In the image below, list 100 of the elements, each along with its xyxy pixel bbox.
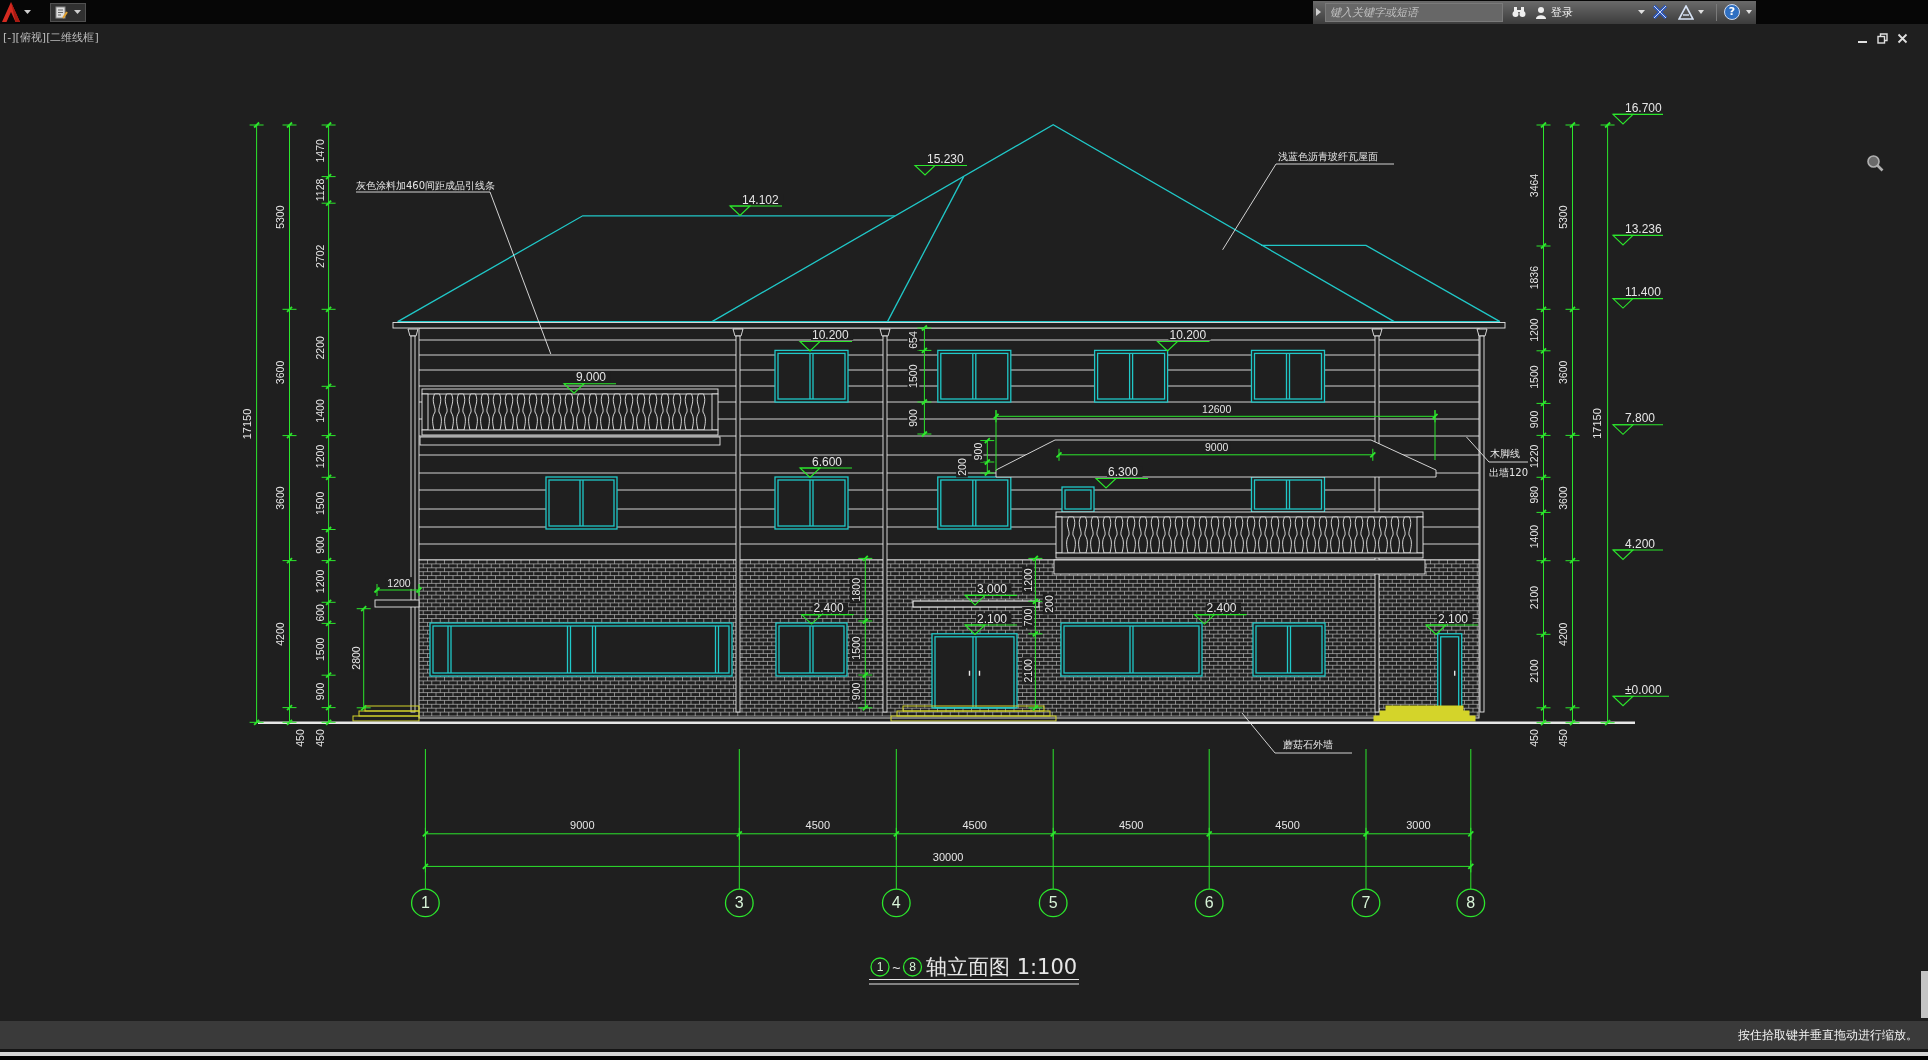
elevation-mark: 6.300 xyxy=(1094,465,1149,489)
annotation-text: 灰色涂料加460间距成品引线条 xyxy=(356,180,496,191)
range-separator: ~ xyxy=(892,960,901,976)
app-logo-icon[interactable] xyxy=(1,1,21,23)
elevation-mark: 11.400 xyxy=(1611,285,1664,309)
viewport-label[interactable]: [-][俯视][二维线框] xyxy=(3,30,99,45)
dimension-text: 2200 xyxy=(314,336,326,360)
caret-icon[interactable] xyxy=(24,10,31,14)
dimension-text: 4500 xyxy=(1118,818,1144,831)
elevation-mark: 3.000 xyxy=(963,581,1018,606)
elevation-mark: 7.800 xyxy=(1611,411,1664,436)
elevation-mark: 13.236 xyxy=(1611,221,1664,246)
dimension-text: 1500 xyxy=(1528,365,1540,389)
drawing-title: 轴立面图 1:100 xyxy=(926,955,1078,979)
caret-icon[interactable] xyxy=(74,10,81,14)
elevation-mark: 6.600 xyxy=(798,454,853,479)
dimension-text: 1200 xyxy=(1528,318,1540,342)
document-icon[interactable] xyxy=(55,5,68,19)
canopy xyxy=(374,599,420,608)
elevation-mark: 14.102 xyxy=(728,192,784,217)
elevation-mark: 2.100 xyxy=(1424,611,1479,636)
dimension-text: 3464 xyxy=(1528,173,1540,198)
status-hint: 按住拾取键并垂直拖动进行缩放。 xyxy=(1738,1026,1918,1044)
dimension-text: 30000 xyxy=(932,851,964,863)
dimension-text: 4500 xyxy=(1275,818,1300,831)
leader-line xyxy=(1466,436,1529,463)
triangle-icon[interactable] xyxy=(1678,4,1694,20)
dimension-text: 600 xyxy=(314,604,326,622)
annotation-text: 木脚线 xyxy=(1490,447,1520,459)
sign-in-button[interactable]: 登录 xyxy=(1535,2,1635,22)
dimension-text: 450 xyxy=(294,729,306,747)
elevation-mark: 4.200 xyxy=(1611,536,1664,561)
axis-bubble: 4 xyxy=(881,888,911,918)
dimension-text: 2800 xyxy=(350,644,362,672)
binoculars-icon[interactable] xyxy=(1512,6,1526,18)
elevation-mark: 16.700 xyxy=(1611,100,1664,125)
search-field[interactable]: 键入关键字或短语 xyxy=(1325,2,1503,22)
elevation-mark: 15.230 xyxy=(913,152,969,176)
dimension-text: 4200 xyxy=(274,622,286,646)
dimension-text: 17150 xyxy=(1591,408,1603,439)
cross-icon[interactable] xyxy=(1652,4,1668,20)
dimension-text: 2100 xyxy=(1528,659,1540,683)
caret-icon[interactable] xyxy=(1698,10,1704,14)
elevation-mark: 2.400 xyxy=(800,601,855,625)
user-icon xyxy=(1535,5,1547,19)
caret-icon[interactable] xyxy=(1746,10,1752,14)
elevation-mark: 9.000 xyxy=(562,370,617,394)
dimension-text: 3600 xyxy=(1556,486,1569,510)
dimension-text: 1200 xyxy=(1022,566,1034,594)
dimension-text: 1470 xyxy=(314,139,326,163)
dimension-text: 900 xyxy=(314,682,326,701)
elevation-mark: 2.100 xyxy=(963,611,1018,636)
annotation-text: 浅蓝色沥青玻纤瓦屋面 xyxy=(1278,150,1378,162)
axis-bubble: 3 xyxy=(724,888,754,918)
axis-bubble: 5 xyxy=(1038,888,1068,918)
dimension-text: 1500 xyxy=(314,637,326,661)
dimension-text: 2100 xyxy=(1022,657,1034,685)
dimension-text: 980 xyxy=(1528,486,1540,504)
dimension-text: 1200 xyxy=(385,577,413,589)
dimension-text: 2100 xyxy=(1528,585,1540,610)
dimension-text: 1400 xyxy=(1528,524,1540,549)
entrance-steps xyxy=(352,705,420,722)
dimension-text: 450 xyxy=(314,729,326,747)
elevation-mark: 10.200 xyxy=(798,328,854,352)
scrollbar-thumb[interactable] xyxy=(1921,971,1928,1018)
dimension-text: 4500 xyxy=(962,818,987,831)
axis-bubble: 1 xyxy=(870,957,890,977)
restore-icon[interactable] xyxy=(1877,33,1888,44)
axis-bubble: 8 xyxy=(902,957,923,977)
expand-icon[interactable] xyxy=(1315,8,1322,16)
dimension-text: 700 xyxy=(1022,607,1034,628)
dimension-text: 17150 xyxy=(241,408,253,440)
dimension-text: 9000 xyxy=(1203,441,1231,453)
annotation-text: 蘑菇石外墙 xyxy=(1283,738,1333,750)
caret-icon[interactable] xyxy=(1638,10,1645,14)
magnifier-icon[interactable] xyxy=(1866,154,1884,172)
dimension-text: 900 xyxy=(1528,410,1540,429)
axis-bubble: 6 xyxy=(1194,888,1224,918)
dimension-text: 450 xyxy=(1556,729,1569,747)
annotation-text: 出墙120 xyxy=(1489,466,1529,478)
dimension-text: 1500 xyxy=(314,491,326,516)
dimension-text: 9000 xyxy=(570,818,595,831)
dimension-text: 5300 xyxy=(1556,205,1569,229)
dimension-text: 200 xyxy=(956,456,968,478)
dimension-text: 5300 xyxy=(274,205,286,229)
dimension-text: 3600 xyxy=(274,486,286,510)
dimension-text: 4200 xyxy=(1556,622,1569,646)
help-button[interactable]: ? xyxy=(1724,4,1740,20)
dimension-text: 3000 xyxy=(1406,818,1431,831)
elevation-mark: ±0.000 xyxy=(1611,682,1670,707)
dimension-text: 900 xyxy=(314,536,326,554)
axis-bubble: 7 xyxy=(1351,888,1381,918)
dimension-text: 1200 xyxy=(314,569,326,594)
elevation-mark: 2.400 xyxy=(1193,601,1248,625)
dimension-text: 1400 xyxy=(314,399,326,423)
dimension-text: 3600 xyxy=(1556,360,1569,385)
dimension-text: 1220 xyxy=(1528,444,1540,469)
dimension-text: 1200 xyxy=(314,444,326,469)
dimension-text: 3600 xyxy=(274,360,286,385)
close-icon[interactable] xyxy=(1897,33,1908,44)
